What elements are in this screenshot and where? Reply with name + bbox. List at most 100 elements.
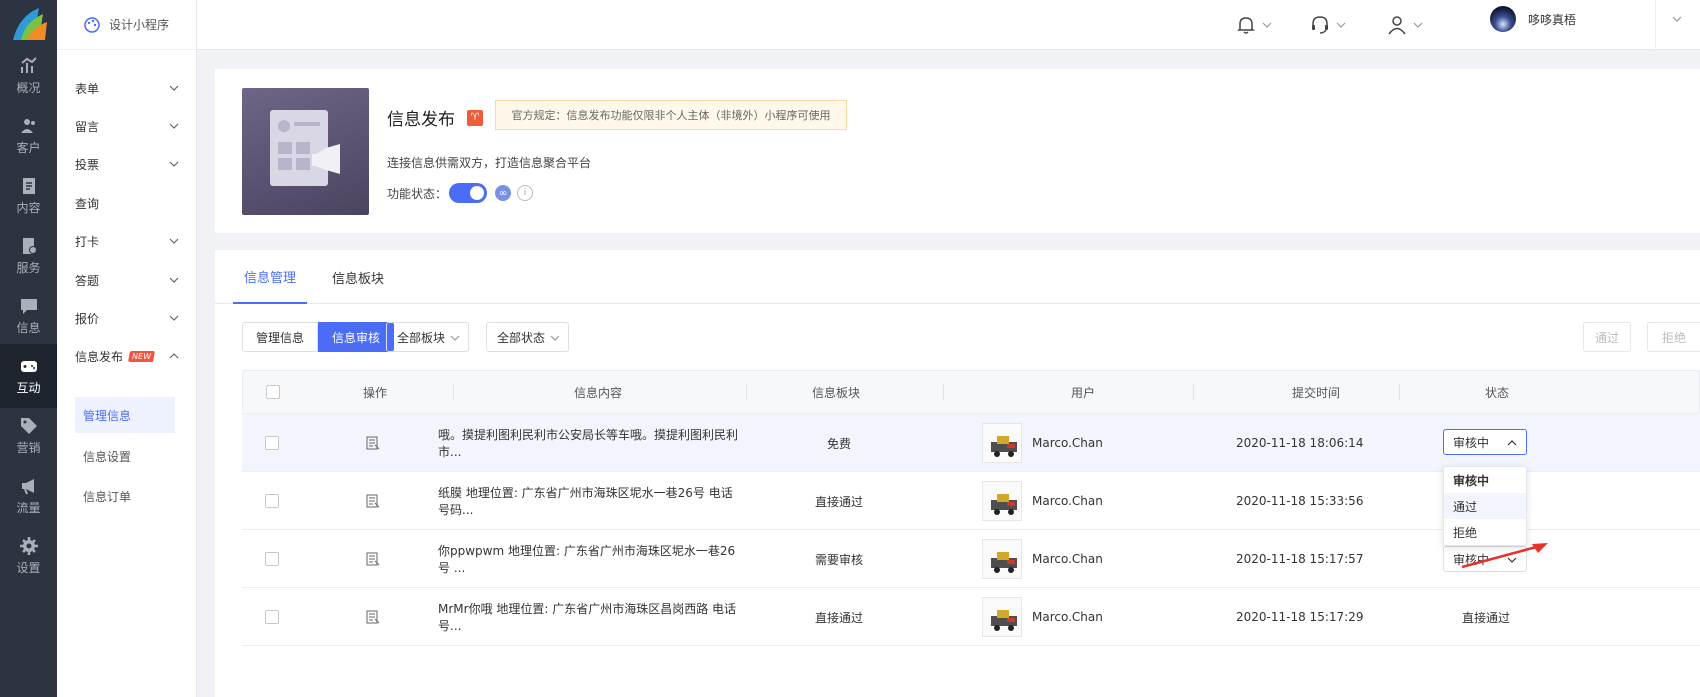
row-checkbox-cell [265,414,279,472]
menu-sub-info-settings[interactable]: 信息设置 [75,438,175,474]
menu-item-form[interactable]: 表单 [57,73,197,103]
info-content: 纸膜 地理位置: 广东省广州市海珠区坭水一巷26号 电话号码... [438,486,733,517]
menu-item-quote[interactable]: 报价 [57,303,197,333]
select-all-checkbox[interactable] [266,385,280,399]
table-row[interactable]: MrMr你哦 地理位置: 广东省广州市海珠区昌岗西路 电话号... 直接通过 M… [242,588,1700,646]
service-icon [22,237,37,254]
new-badge: NEW [128,350,155,362]
row-checkbox-cell [265,472,279,530]
mini-program-icon: ♈ [467,109,483,126]
row-checkbox[interactable] [265,436,279,450]
menu-item-label: 查询 [75,196,100,211]
feature-toggle[interactable] [449,183,488,203]
chart-icon [20,56,37,73]
user-cell: Marco.Chan [982,588,1103,646]
chevron-down-icon [550,335,560,341]
menu-item-vote[interactable]: 投票 [57,149,197,179]
edit-icon [366,436,380,450]
menu-item-info-publish[interactable]: 信息发布 NEW [57,341,197,371]
rail-item-overview[interactable]: 概况 [0,44,57,108]
rail-item-service[interactable]: 服务 [0,224,57,288]
menu-item-query[interactable]: 查询 [57,188,197,218]
dropdown-option-reviewing[interactable]: 审核中 [1444,467,1526,493]
support-button[interactable] [1310,10,1346,40]
feature-info-card: 信息发布 ♈ 官方规定：信息发布功能仅限非个人主体（非境外）小程序可使用 连接信… [215,69,1700,233]
user-thumbnail [982,597,1022,637]
submit-time: 2020-11-18 15:17:29 [1236,610,1364,624]
link-icon[interactable]: ∞ [495,185,512,201]
board-filter-select[interactable]: 全部板块 [386,322,469,352]
reject-button[interactable]: 拒绝 [1647,322,1700,352]
status-select[interactable]: 审核中 [1443,429,1527,455]
edit-action[interactable] [366,414,380,472]
chevron-down-icon [169,315,179,321]
user-cell: Marco.Chan [982,414,1103,472]
column-header: 操作 [362,385,387,400]
palette-icon [84,16,100,33]
status-filter-select[interactable]: 全部状态 [486,322,569,352]
column-header: 信息板块 [811,385,860,400]
column-header: 提交时间 [1291,385,1340,400]
menu-item-checkin[interactable]: 打卡 [57,226,197,256]
approve-button[interactable]: 通过 [1583,322,1631,352]
row-checkbox[interactable] [265,552,279,566]
submit-time: 2020-11-18 18:06:14 [1236,436,1364,450]
user-thumbnail [982,423,1022,463]
menu-item-label: 答题 [75,273,100,288]
status-dropdown: 审核中 通过 拒绝 [1443,466,1527,546]
document-icon [22,177,35,194]
info-content: 哦。摸提利图利民利市公安局长等车哦。摸提利图利民利市... [438,428,739,459]
rail-label: 服务 [16,260,41,275]
rail-item-content[interactable]: 内容 [0,164,57,228]
menu-sub-info-orders[interactable]: 信息订单 [75,478,175,514]
chevron-down-icon [169,277,179,283]
rail-item-marketing[interactable]: 营销 [0,404,57,468]
menu-header[interactable]: 设计小程序 [57,0,196,50]
submit-time: 2020-11-18 15:17:57 [1236,552,1364,566]
account-button[interactable] [1387,10,1423,40]
user-name: Marco.Chan [1032,494,1103,508]
edit-action[interactable] [366,530,380,588]
rail-item-settings[interactable]: 设置 [0,524,57,588]
user-cell: Marco.Chan [982,472,1103,530]
tab-info-board[interactable]: 信息板块 [332,250,384,304]
app-root: 概况 客户 内容 服务 信息 互动 营销 流量 设置 设计小程序 表单 留言 投… [0,0,1700,697]
notifications-button[interactable] [1236,10,1272,40]
rail-item-traffic[interactable]: 流量 [0,464,57,528]
gear-icon [19,536,38,555]
column-divider [943,384,944,400]
menu-sub-manage-info[interactable]: 管理信息 [75,397,175,433]
megaphone-icon [21,478,34,494]
chevron-up-icon [169,353,179,359]
rail-item-interaction[interactable]: 互动 [0,344,57,408]
edit-icon [366,494,380,508]
secondary-menu: 设计小程序 表单 留言 投票 查询 打卡 答题 报价 信息发布 NEW 管理信息… [57,0,197,697]
dropdown-option-approve[interactable]: 通过 [1444,493,1526,519]
info-icon[interactable]: i [517,185,534,201]
edit-action[interactable] [366,472,380,530]
edit-icon [366,552,380,566]
rail-item-message[interactable]: 信息 [0,284,57,348]
menu-item-label: 留言 [75,119,100,134]
row-checkbox[interactable] [265,494,279,508]
user-menu[interactable]: 哆哆真梧 [1490,6,1682,32]
rail-label: 互动 [16,380,41,395]
row-checkbox[interactable] [265,610,279,624]
manage-info-button[interactable]: 管理信息 [242,322,319,352]
table-row[interactable]: 哦。摸提利图利民利市公安局长等车哦。摸提利图利民利市... 免费 Marco.C… [242,414,1700,472]
menu-sub-label: 管理信息 [83,408,132,423]
headset-icon [1312,16,1328,34]
column-header: 信息内容 [573,385,622,400]
tab-info-manage[interactable]: 信息管理 [233,250,307,304]
review-info-button[interactable]: 信息审核 [318,322,395,352]
edit-action[interactable] [366,588,380,646]
status-text: 直接通过 [1462,610,1511,625]
feature-description: 连接信息供需双方，打造信息聚合平台 [387,156,592,170]
menu-item-message[interactable]: 留言 [57,111,197,141]
menu-item-quiz[interactable]: 答题 [57,265,197,295]
submit-time: 2020-11-18 15:33:56 [1236,494,1364,508]
chevron-down-icon [1413,22,1423,28]
rail-item-customers[interactable]: 客户 [0,104,57,168]
info-board: 直接通过 [814,610,863,625]
notice-banner: 官方规定：信息发布功能仅限非个人主体（非境外）小程序可使用 [495,100,847,130]
